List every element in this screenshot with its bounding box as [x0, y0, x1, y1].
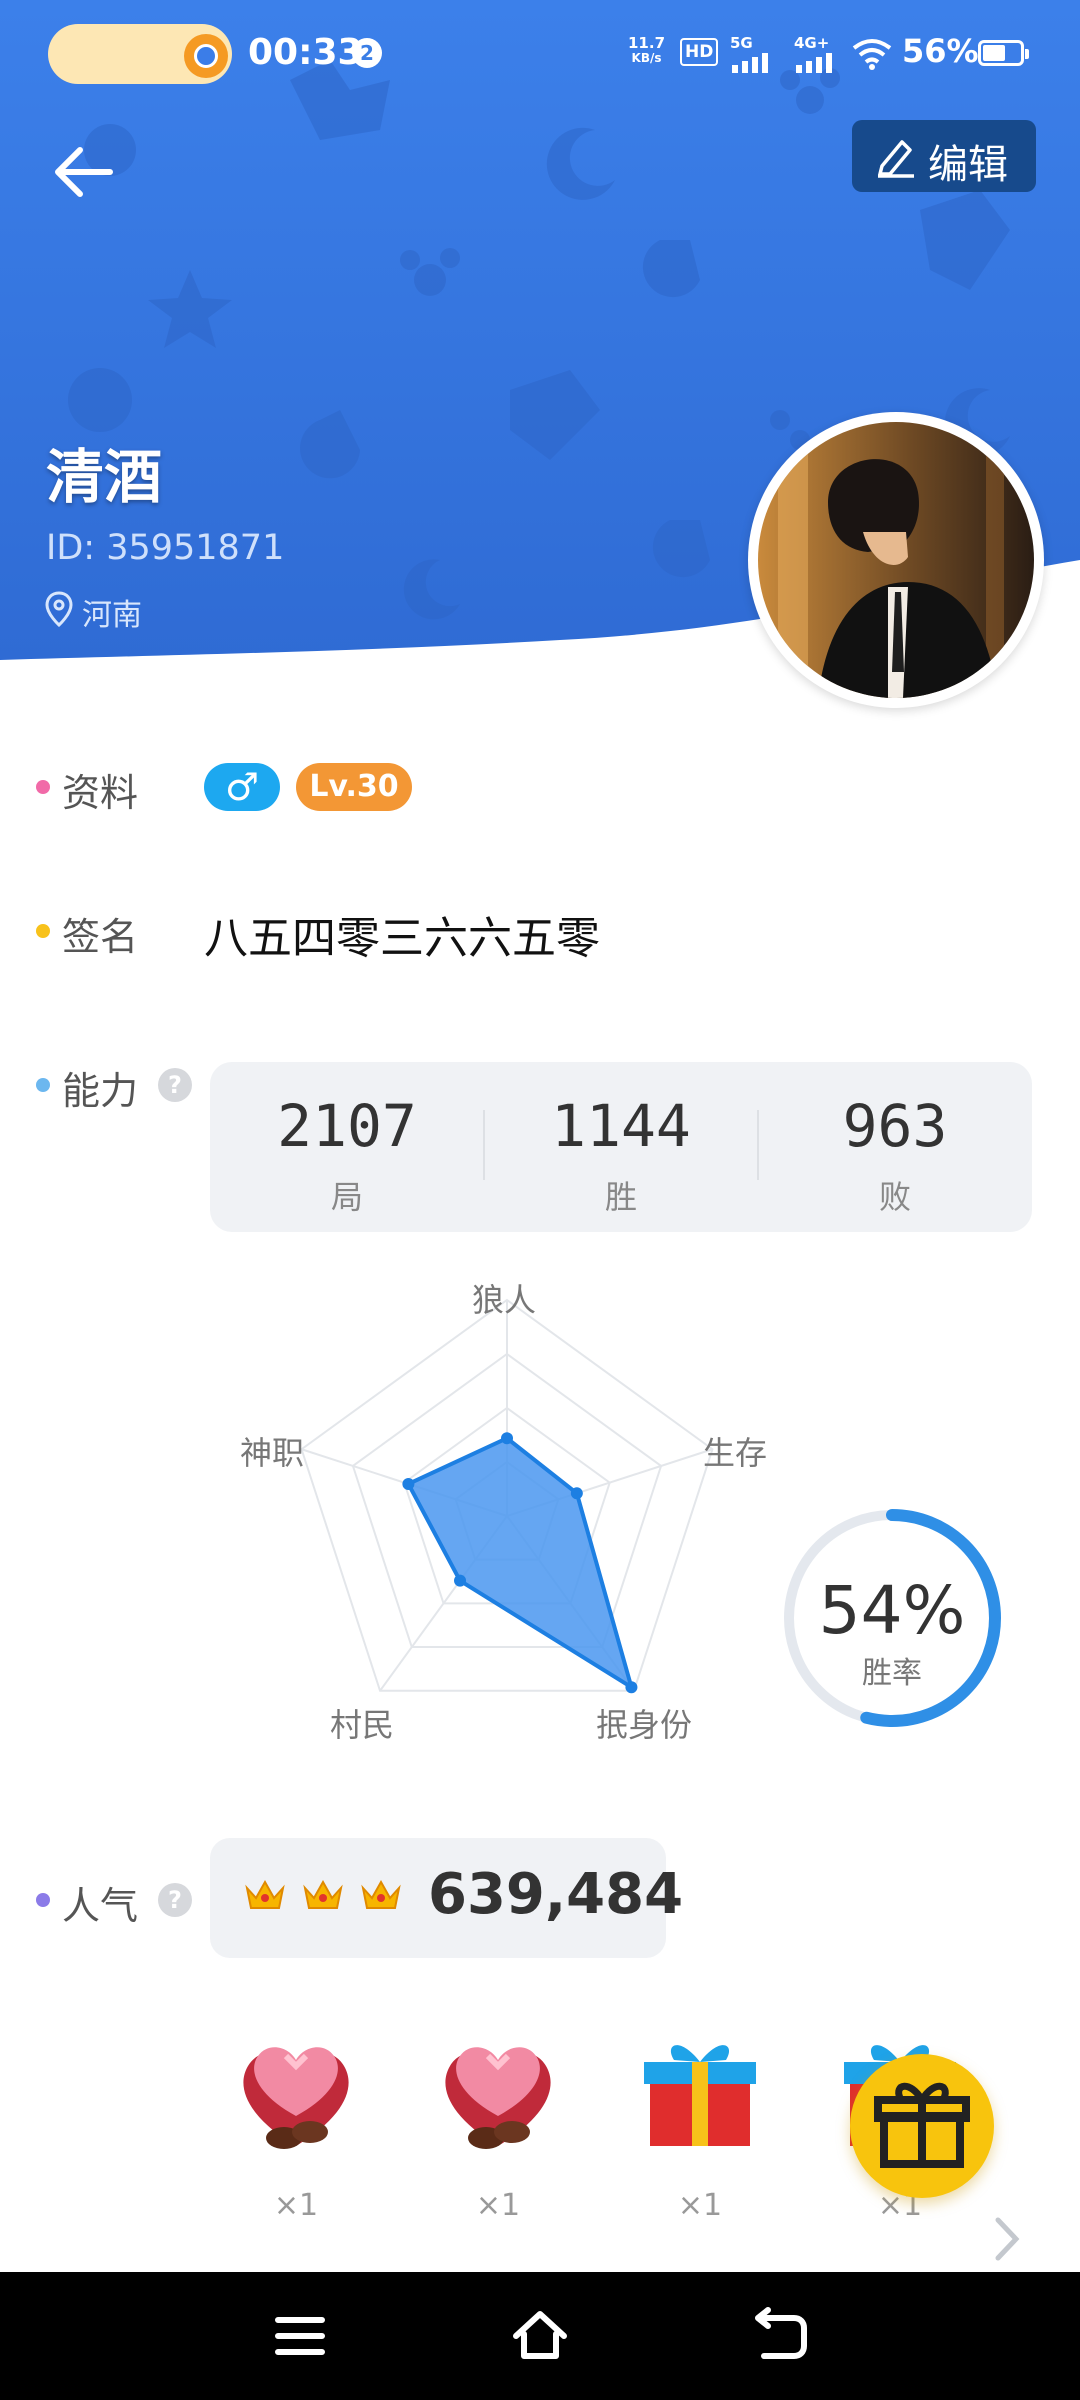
popularity-help-icon[interactable]: ?: [158, 1883, 192, 1917]
stat-wins: 1144 胜: [484, 1062, 758, 1232]
radar-data-point: [625, 1681, 638, 1694]
radar-label-god-role: 神职: [240, 1434, 305, 1472]
gift-count: ×1: [475, 2188, 521, 2223]
radar-label-survival: 生存: [703, 1434, 768, 1472]
battery-icon: [978, 40, 1029, 66]
ability-label: 能力: [62, 1069, 139, 1113]
gift-icon: [874, 2082, 970, 2168]
signal-4g-label: 4G+: [794, 34, 830, 52]
signal-5g-icon: 5G: [730, 36, 774, 77]
radar-data-point: [454, 1574, 467, 1587]
stat-losses-label: 败: [878, 1178, 911, 1216]
win-rate-ring: 54% 胜率: [776, 1502, 1008, 1734]
radar-label-villager: 村民: [330, 1706, 395, 1744]
ability-dot: [36, 1078, 50, 1092]
radar-data-area: [405, 1435, 635, 1692]
chevron-right-icon[interactable]: [990, 2214, 1024, 2264]
nickname: 清酒: [46, 443, 163, 511]
menu-icon[interactable]: [270, 2306, 330, 2366]
crown-icon: [245, 1879, 285, 1909]
stat-losses-value: 963: [842, 1092, 948, 1160]
gift-box-icon: [644, 2045, 756, 2146]
info-dot: [36, 780, 50, 794]
location-text: 河南: [82, 598, 142, 633]
avatar-photo: [758, 422, 1034, 698]
heart-chocolate-box-icon: [243, 2047, 349, 2149]
notification-count-badge: 2: [352, 38, 382, 68]
status-bar: 00:33 2 11.7 KB/s HD 5G 4G+ 56%: [0, 22, 1080, 86]
popularity-card: 639,484: [210, 1838, 683, 1958]
win-rate-label: 胜率: [862, 1656, 922, 1691]
wifi-icon: [852, 39, 892, 70]
popularity-value: 639,484: [428, 1862, 684, 1927]
edit-button-label: 编辑: [928, 142, 1008, 188]
stat-games: 2107 局: [210, 1062, 484, 1232]
pencil-icon: [878, 140, 914, 178]
signal-5g-label: 5G: [730, 34, 753, 52]
system-navigation-bar: [0, 2272, 1080, 2400]
battery-percent: 56%: [902, 32, 979, 70]
info-label: 资料: [62, 771, 139, 815]
crown-icon: [361, 1879, 401, 1909]
ability-stats-card: 2107 局 1144 胜 963 败: [210, 1062, 1032, 1232]
radar-label-werewolf: 狼人: [472, 1281, 537, 1319]
floating-app-pill[interactable]: [48, 24, 232, 84]
avatar[interactable]: [748, 412, 1044, 708]
network-speed-unit: KB/s: [631, 51, 662, 65]
signature-text: 八五四零三六六五零: [204, 913, 600, 964]
win-rate-value: 54%: [818, 1572, 966, 1649]
popularity-dot: [36, 1893, 50, 1907]
back-icon[interactable]: [750, 2306, 810, 2366]
radar-data-point: [501, 1432, 513, 1445]
stat-games-label: 局: [330, 1178, 363, 1216]
radar-data-point: [402, 1477, 415, 1490]
app-logo-icon: [184, 34, 228, 78]
stat-wins-value: 1144: [551, 1092, 691, 1160]
signature-dot: [36, 924, 50, 938]
network-speed: 11.7 KB/s: [628, 36, 665, 66]
stat-losses: 963 败: [758, 1062, 1032, 1232]
level-badge: Lv.30: [296, 763, 412, 811]
stat-games-value: 2107: [277, 1092, 417, 1160]
back-arrow-icon[interactable]: [52, 140, 116, 204]
radar-data-point: [570, 1487, 583, 1500]
gift-count: ×1: [273, 2188, 319, 2223]
ability-help-icon[interactable]: ?: [158, 1068, 192, 1102]
status-time: 00:33: [248, 32, 363, 73]
home-icon[interactable]: [510, 2306, 570, 2366]
ability-radar-chart: [300, 1298, 714, 1694]
network-speed-value: 11.7: [628, 34, 666, 52]
crown-icon: [303, 1879, 343, 1909]
edit-profile-button[interactable]: 编辑: [852, 120, 1036, 192]
popularity-label: 人气: [62, 1884, 139, 1928]
signature-label: 签名: [62, 915, 139, 959]
location-pin-icon: [45, 591, 73, 628]
hd-voice-icon: HD: [680, 38, 719, 66]
user-id: ID: 35951871: [46, 528, 285, 568]
send-gift-button[interactable]: [850, 2054, 994, 2198]
gift-count: ×1: [677, 2188, 723, 2223]
heart-chocolate-box-icon: [445, 2047, 551, 2149]
radar-label-identity: 抿身份: [596, 1706, 693, 1744]
stat-wins-label: 胜: [604, 1178, 637, 1216]
gender-badge: ♂: [204, 763, 280, 811]
signal-4g-icon: 4G+: [794, 36, 838, 77]
